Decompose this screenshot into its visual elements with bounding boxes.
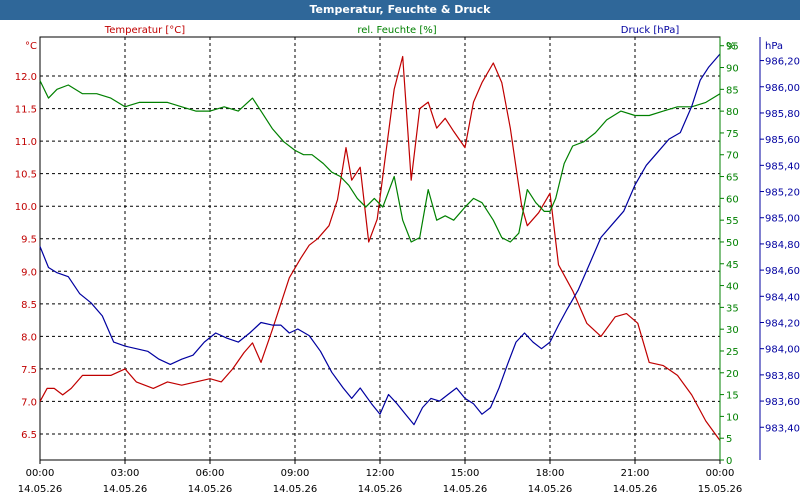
pressure-tick-label: 984,60 <box>765 266 800 277</box>
humidity-tick-label: 80 <box>726 107 739 118</box>
humidity-tick-label: 65 <box>726 173 739 184</box>
legend-press: Druck [hPa] <box>621 25 680 36</box>
humidity-tick-label: 90 <box>726 64 739 75</box>
x-tick-date: 14.05.26 <box>103 484 148 495</box>
humidity-tick-label: 70 <box>726 151 739 162</box>
x-tick-time: 06:00 <box>196 468 225 479</box>
pressure-tick-label: 985,00 <box>765 214 800 225</box>
humidity-tick-label: 45 <box>726 260 739 271</box>
x-tick-date: 15.05.26 <box>698 484 743 495</box>
humidity-tick-label: 40 <box>726 282 739 293</box>
pressure-tick-label: 985,40 <box>765 161 800 172</box>
temp-tick-label: 8.0 <box>21 332 37 343</box>
axes <box>39 37 764 464</box>
grid-lines <box>39 36 721 461</box>
x-tick-time: 15:00 <box>451 468 480 479</box>
humidity-unit-label: % <box>726 41 736 52</box>
temp-tick-label: 7.5 <box>21 365 37 376</box>
x-tick-time: 18:00 <box>536 468 565 479</box>
pressure-unit-label: hPa <box>765 41 783 52</box>
humidity-tick-label: 0 <box>726 456 732 467</box>
humidity-tick-label: 75 <box>726 129 739 140</box>
x-tick-date: 14.05.26 <box>613 484 658 495</box>
title-bar: Temperatur, Feuchte & Druck <box>0 0 800 20</box>
x-tick-date: 14.05.26 <box>443 484 488 495</box>
x-tick-date: 14.05.26 <box>188 484 233 495</box>
temp-tick-label: 8.5 <box>21 300 37 311</box>
temp-tick-label: 9.5 <box>21 235 37 246</box>
humidity-tick-label: 35 <box>726 303 739 314</box>
x-tick-date: 14.05.26 <box>358 484 403 495</box>
x-tick-date: 14.05.26 <box>528 484 573 495</box>
pressure-tick-label: 984,00 <box>765 345 800 356</box>
temp-tick-label: 11.5 <box>15 105 37 116</box>
pressure-tick-label: 983,60 <box>765 397 800 408</box>
x-tick-time: 00:00 <box>26 468 55 479</box>
pressure-tick-label: 985,80 <box>765 109 800 120</box>
humidity-tick-label: 30 <box>726 325 739 336</box>
pressure-tick-label: 983,80 <box>765 371 800 382</box>
temp-tick-label: 12.0 <box>15 72 37 83</box>
humidity-tick-label: 15 <box>726 391 739 402</box>
pressure-tick-label: 984,80 <box>765 240 800 251</box>
temp-unit-label: °C <box>25 41 37 52</box>
pressure-tick-label: 985,20 <box>765 188 800 199</box>
chart-canvas: 00:00 14.05.26 03:00 14.05.26 06:00 14.05.26 0… <box>15 25 800 495</box>
humidity-tick-label: 85 <box>726 85 739 96</box>
temp-tick-label: 6.5 <box>21 430 37 441</box>
temp-tick-label: 7.0 <box>21 397 37 408</box>
legend-hum: rel. Feuchte [%] <box>357 25 436 36</box>
legend-temp: Temperatur [°C] <box>104 25 185 36</box>
chart-window: Temperatur, Feuchte & Druck 00:00 14.05.2… <box>0 0 800 500</box>
x-tick-date: 14.05.26 <box>273 484 318 495</box>
temp-tick-label: 10.0 <box>15 202 37 213</box>
humidity-tick-label: 20 <box>726 369 739 380</box>
pressure-tick-label: 986,00 <box>765 83 800 94</box>
humidity-tick-label: 5 <box>726 434 732 445</box>
axis-labels: 00:00 14.05.26 03:00 14.05.26 06:00 14.05.26 0… <box>15 25 800 495</box>
humidity-tick-label: 60 <box>726 194 739 205</box>
x-tick-time: 12:00 <box>366 468 395 479</box>
humidity-tick-label: 50 <box>726 238 739 249</box>
pressure-tick-label: 984,40 <box>765 292 800 303</box>
temp-tick-label: 9.0 <box>21 267 37 278</box>
pressure-tick-label: 985,60 <box>765 135 800 146</box>
x-tick-time: 09:00 <box>281 468 310 479</box>
temp-tick-label: 11.0 <box>15 137 37 148</box>
x-tick-time: 03:00 <box>111 468 140 479</box>
x-tick-time: 00:00 <box>706 468 735 479</box>
humidity-tick-label: 25 <box>726 347 739 358</box>
humidity-tick-label: 55 <box>726 216 739 227</box>
chart-title: Temperatur, Feuchte & Druck <box>309 3 491 16</box>
pressure-tick-label: 984,20 <box>765 318 800 329</box>
x-tick-time: 21:00 <box>621 468 650 479</box>
pressure-tick-label: 983,40 <box>765 423 800 434</box>
pressure-tick-label: 986,20 <box>765 57 800 68</box>
x-tick-date: 14.05.26 <box>18 484 63 495</box>
humidity-tick-label: 10 <box>726 412 739 423</box>
temp-tick-label: 10.5 <box>15 170 37 181</box>
